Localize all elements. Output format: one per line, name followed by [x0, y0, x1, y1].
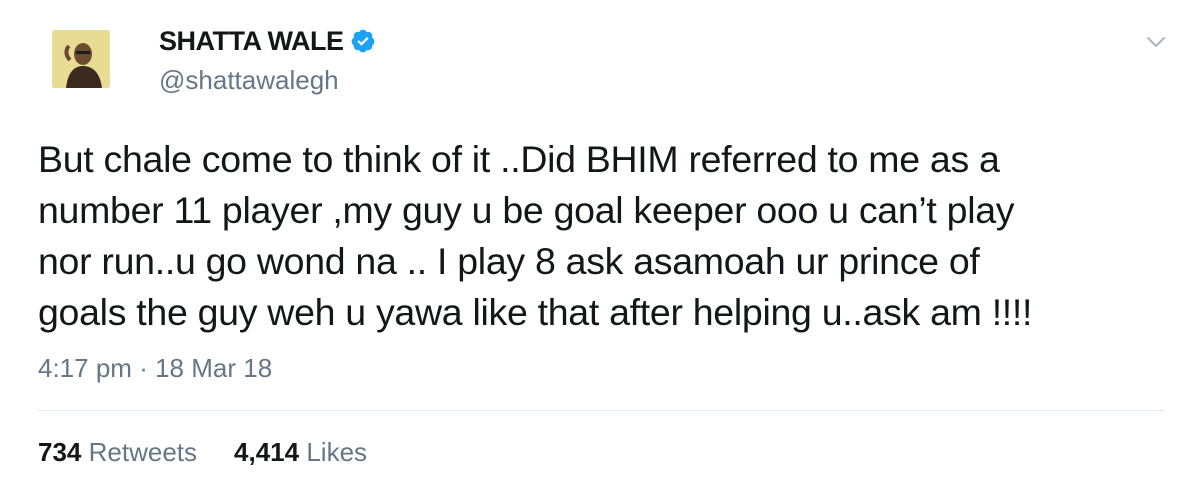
tweet-time[interactable]: 4:17 pm — [38, 353, 132, 383]
likes-label: Likes — [306, 437, 368, 467]
avatar[interactable] — [52, 30, 110, 88]
tweet-text: But chale come to think of it ..Did BHIM… — [38, 134, 1178, 338]
retweets-stat[interactable]: 734 Retweets — [38, 436, 197, 468]
tweet-line: nor run..u go wond na .. I play 8 ask as… — [38, 240, 980, 282]
timestamp-separator: · — [139, 353, 148, 383]
tweet-timestamp[interactable]: 4:17 pm · 18 Mar 18 — [38, 352, 272, 384]
tweet-line: number 11 player ,my guy u be goal keepe… — [38, 189, 1015, 231]
tweet-date[interactable]: 18 Mar 18 — [155, 353, 272, 383]
chevron-down-icon[interactable] — [1145, 34, 1167, 50]
retweets-count: 734 — [38, 437, 82, 467]
tweet-line: But chale come to think of it ..Did BHIM… — [38, 138, 1000, 180]
tweet-line: goals the guy weh u yawa like that after… — [38, 291, 1033, 333]
retweets-label: Retweets — [88, 437, 198, 467]
user-handle[interactable]: @shattawalegh — [159, 64, 339, 96]
tweet-stats: 734 Retweets 4,414 Likes — [38, 436, 404, 468]
likes-stat[interactable]: 4,414 Likes — [234, 436, 367, 468]
display-name-row[interactable]: SHATTA WALE — [159, 24, 376, 58]
verified-badge-icon — [350, 28, 376, 54]
avatar-image — [52, 30, 110, 88]
likes-count: 4,414 — [234, 437, 300, 467]
divider — [38, 410, 1164, 411]
display-name[interactable]: SHATTA WALE — [159, 24, 344, 58]
